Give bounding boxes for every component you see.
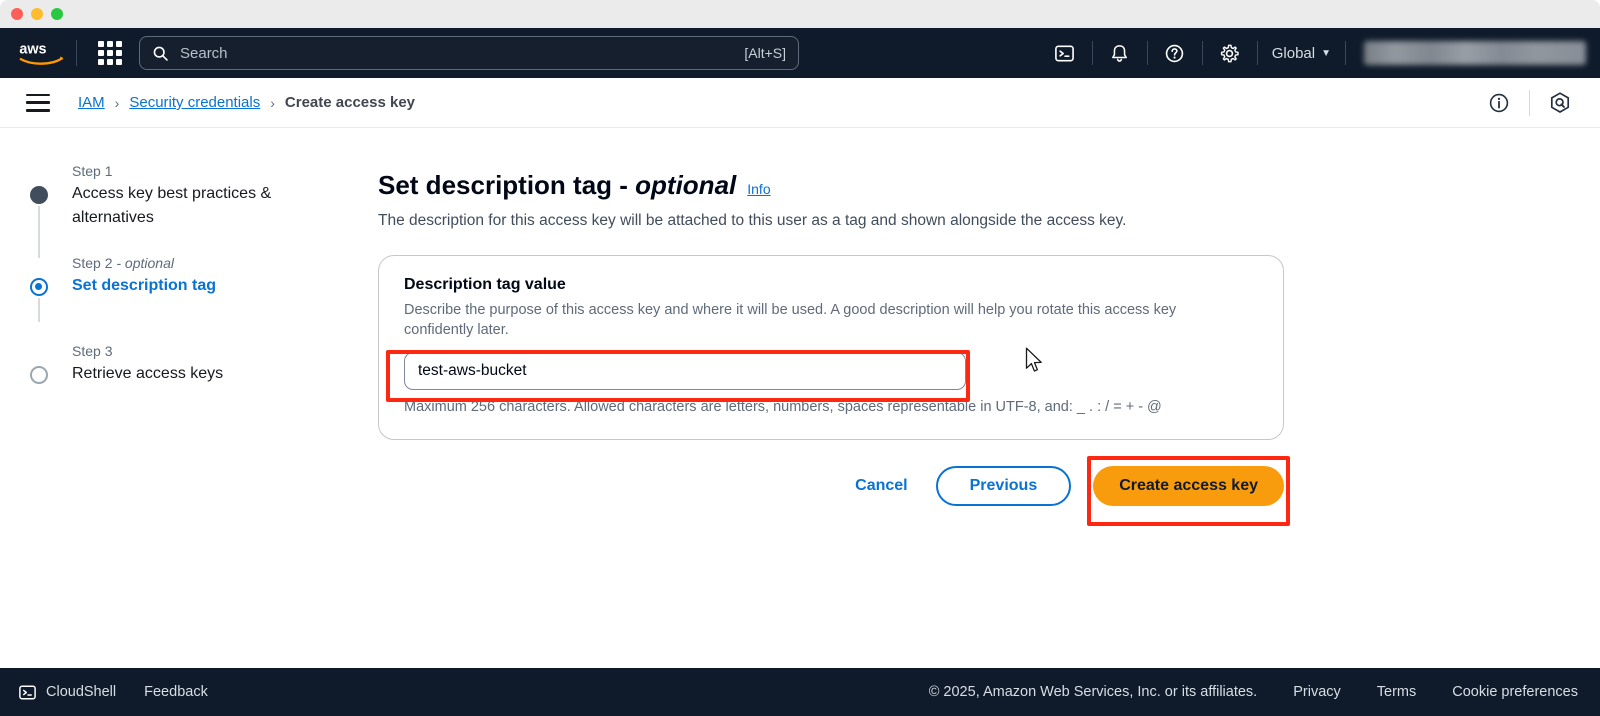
info-circle-icon[interactable] <box>1481 85 1517 121</box>
wizard-step-3[interactable]: Step 3 Retrieve access keys <box>30 340 330 386</box>
description-tag-card: Description tag value Describe the purpo… <box>378 255 1284 440</box>
footer-cloudshell-label: CloudShell <box>46 684 117 700</box>
nav-separator <box>1091 41 1093 65</box>
aws-logo[interactable]: aws <box>18 38 66 68</box>
input-hint: Maximum 256 characters. Allowed characte… <box>404 399 1162 415</box>
region-label: Global <box>1271 44 1316 62</box>
notifications-bell-icon[interactable] <box>1101 34 1139 72</box>
svg-text:aws: aws <box>19 42 46 58</box>
footer-terms-link[interactable]: Terms <box>1377 684 1416 700</box>
region-selector[interactable]: Global ▼ <box>1266 45 1337 62</box>
settings-gear-icon[interactable] <box>1211 34 1249 72</box>
nav-separator <box>1146 41 1148 65</box>
breadcrumb-right-group <box>1481 85 1600 121</box>
cancel-button[interactable]: Cancel <box>849 469 913 503</box>
wizard-step-2[interactable]: Step 2 - optional Set description tag <box>30 252 330 322</box>
info-link[interactable]: Info <box>747 181 770 197</box>
account-menu[interactable] <box>1364 41 1586 65</box>
card-heading: Description tag value <box>404 276 566 293</box>
window-titlebar <box>0 0 1600 28</box>
page-subtitle: The description for this access key will… <box>378 212 1127 229</box>
wizard-step-2-name: Set description tag <box>72 277 217 294</box>
window-close-button[interactable] <box>11 8 23 20</box>
page-title: Set description tag - optional Info <box>378 170 1284 201</box>
breadcrumb-divider <box>1529 89 1530 116</box>
card-description: Describe the purpose of this access key … <box>404 302 1177 338</box>
search-shortcut-hint: [Alt+S] <box>744 45 786 61</box>
footer-cookie-preferences-link[interactable]: Cookie preferences <box>1452 684 1578 700</box>
footer-copyright: © 2025, Amazon Web Services, Inc. or its… <box>928 684 1258 700</box>
previous-button[interactable]: Previous <box>935 466 1072 506</box>
search-input[interactable]: Search <box>180 45 744 62</box>
wizard-step-1-label: Step 1 <box>72 163 113 179</box>
breadcrumb-bar: IAM › Security credentials › Create acce… <box>0 78 1600 128</box>
create-access-key-button[interactable]: Create access key <box>1093 466 1284 506</box>
wizard-step-3-name: Retrieve access keys <box>72 365 224 382</box>
description-tag-input[interactable] <box>404 352 966 390</box>
wizard-actions: Cancel Previous Create access key <box>378 466 1284 506</box>
top-nav-right-group: Global ▼ <box>1046 28 1600 78</box>
step-bullet-done <box>30 186 48 204</box>
aws-top-navigation: aws Search [Alt+S] Global ▼ <box>0 28 1600 78</box>
hamburger-menu-icon[interactable] <box>26 93 50 112</box>
breadcrumb-separator: › <box>270 94 275 111</box>
nav-divider <box>76 40 77 66</box>
step-connector-line <box>38 298 40 322</box>
main-content: Set description tag - optional Info The … <box>378 170 1284 506</box>
search-bar[interactable]: Search [Alt+S] <box>139 36 799 70</box>
nav-separator <box>1201 41 1203 65</box>
cloudshell-icon <box>19 685 36 699</box>
window-zoom-button[interactable] <box>51 8 63 20</box>
breadcrumb: IAM › Security credentials › Create acce… <box>78 94 415 111</box>
footer-feedback-link[interactable]: Feedback <box>144 684 208 700</box>
wizard-step-2-label: Step 2 - optional <box>72 255 174 271</box>
wizard-step-1-name: Access key best practices & alternatives <box>72 185 272 226</box>
footer-cloudshell-button[interactable]: CloudShell <box>18 683 116 702</box>
page-footer: CloudShell Feedback © 2025, Amazon Web S… <box>0 668 1600 716</box>
breadcrumb-item-security-credentials[interactable]: Security credentials <box>129 94 260 111</box>
chevron-down-icon: ▼ <box>1321 47 1331 59</box>
footer-right-group: © 2025, Amazon Web Services, Inc. or its… <box>929 684 1578 700</box>
breadcrumb-item-iam[interactable]: IAM <box>78 94 105 111</box>
nav-separator <box>1256 41 1258 65</box>
wizard-step-1[interactable]: Step 1 Access key best practices & alter… <box>30 160 330 258</box>
apps-grid-icon[interactable] <box>93 36 127 70</box>
wizard-step-3-label: Step 3 <box>72 343 113 359</box>
step-connector-line <box>38 206 40 258</box>
step-bullet-active <box>30 278 48 296</box>
window-minimize-button[interactable] <box>31 8 43 20</box>
footer-privacy-link[interactable]: Privacy <box>1293 684 1341 700</box>
breadcrumb-separator: › <box>114 94 120 111</box>
step-bullet-todo <box>30 366 48 384</box>
browser-window: aws Search [Alt+S] Global ▼ IAM › Securi… <box>0 0 1600 716</box>
search-icon <box>153 46 168 61</box>
amazon-q-icon[interactable] <box>1542 85 1578 121</box>
page-title-main: Set description tag - <box>378 170 636 200</box>
wizard-steps: Step 1 Access key best practices & alter… <box>30 160 330 386</box>
cloudshell-icon[interactable] <box>1046 34 1084 72</box>
footer-left-group: CloudShell Feedback <box>18 683 208 702</box>
nav-separator <box>1345 41 1346 65</box>
breadcrumb-item-current: Create access key <box>284 94 416 111</box>
page-title-optional: optional <box>635 170 737 200</box>
help-question-icon[interactable] <box>1156 34 1194 72</box>
